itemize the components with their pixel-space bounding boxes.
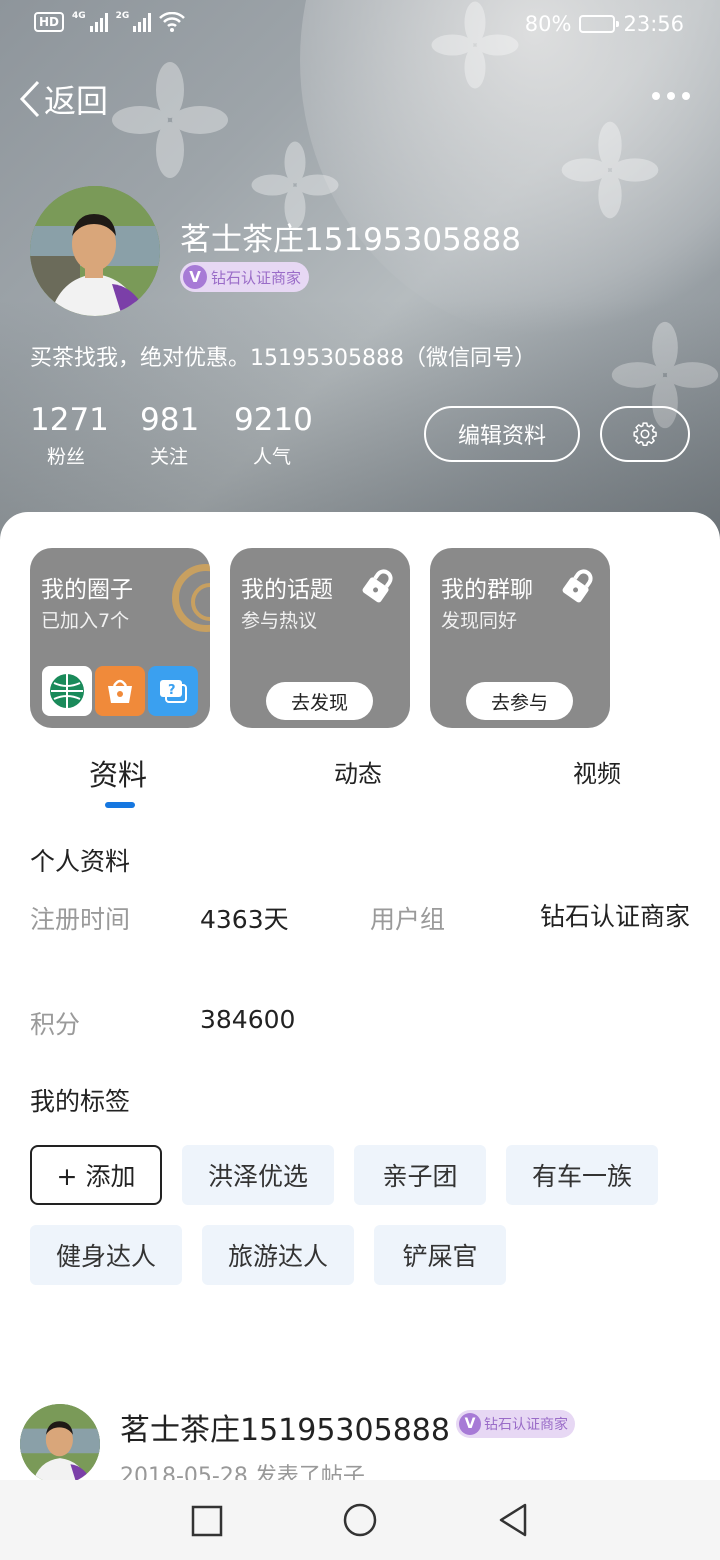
card-subtitle: 发现同好 [441, 610, 518, 632]
tag-chip[interactable]: 亲子团 [354, 1145, 486, 1205]
card-title: 我的群聊 [441, 577, 533, 603]
tab-indicator [105, 802, 135, 808]
basket-icon[interactable] [95, 666, 145, 716]
battery-percent: 80% [524, 12, 572, 36]
avatar[interactable] [30, 186, 160, 316]
back-triangle-icon[interactable] [496, 1500, 530, 1540]
circle-logo-icon[interactable] [42, 666, 92, 716]
circle-decoration [172, 564, 210, 632]
battery-icon [579, 15, 620, 33]
field-value-register-time: 4363天 [200, 905, 289, 934]
card-title: 我的圈子 [41, 577, 133, 603]
card-subtitle: 已加入7个 [41, 610, 130, 632]
card-my-topics[interactable]: 我的话题 参与热议 去发现 [230, 548, 410, 728]
stat-label: 关注 [149, 446, 188, 468]
v-badge-icon: V [459, 1413, 481, 1435]
edit-profile-button[interactable]: 编辑资料 [424, 406, 580, 462]
stat-label: 粉丝 [46, 446, 85, 468]
bio-text: 买茶找我，绝对优惠。15195305888（微信同号） [30, 346, 536, 371]
tag-chip[interactable]: 旅游达人 [202, 1225, 354, 1285]
section-title-my-tags: 我的标签 [30, 1087, 131, 1116]
stat-value: 9210 [234, 402, 313, 438]
question-chat-icon[interactable]: ? [148, 666, 198, 716]
post-author-name[interactable]: 茗士茶庄15195305888 [120, 1405, 450, 1449]
network-type: 2G [115, 11, 130, 21]
tag-chip[interactable]: 有车一族 [506, 1145, 658, 1205]
signal-icon [89, 12, 108, 32]
stat-fans[interactable]: 1271 粉丝 [30, 402, 109, 469]
gear-icon [633, 422, 657, 447]
settings-button[interactable] [600, 406, 690, 462]
network-type: 4G [72, 11, 86, 21]
card-subtitle: 参与热议 [241, 610, 318, 632]
add-tag-button[interactable]: + 添加 [30, 1145, 162, 1205]
hd-indicator: HD [34, 12, 65, 32]
card-my-circles[interactable]: 我的圈子 已加入7个 ? [30, 548, 210, 728]
card-my-groups[interactable]: 我的群聊 发现同好 去参与 [430, 548, 610, 728]
tab-profile[interactable]: 资料 [89, 752, 147, 794]
badge-label: 钻石认证商家 [211, 268, 302, 287]
stat-popularity[interactable]: 9210 人气 [234, 402, 313, 469]
recent-apps-icon[interactable] [190, 1500, 224, 1540]
system-nav-bar [0, 1480, 720, 1560]
tag-chip[interactable]: 铲屎官 [374, 1225, 506, 1285]
lock-icon [562, 569, 593, 603]
home-icon[interactable] [342, 1500, 378, 1540]
svg-text:?: ? [168, 683, 176, 698]
flower-decoration [112, 62, 228, 178]
verified-badge: V 钻石认证商家 [180, 262, 310, 292]
flower-decoration [561, 121, 659, 219]
tab-activity[interactable]: 动态 [334, 754, 382, 789]
tag-chip[interactable]: 健身达人 [30, 1225, 182, 1285]
stat-value: 981 [140, 402, 200, 438]
tag-chip[interactable]: 洪泽优选 [182, 1145, 334, 1205]
wifi-icon [159, 12, 186, 32]
more-dots-icon[interactable] [652, 92, 690, 100]
card-title: 我的话题 [241, 577, 333, 603]
field-label-points: 积分 [30, 1010, 81, 1039]
v-badge-icon: V [183, 265, 207, 289]
verified-badge: V 钻石认证商家 [456, 1410, 575, 1438]
signal-icon [133, 12, 152, 32]
field-label-user-group: 用户组 [370, 905, 446, 934]
discover-button[interactable]: 去发现 [266, 682, 373, 720]
lock-icon [362, 569, 393, 603]
username: 茗士茶庄15195305888 [180, 222, 521, 258]
post-author-avatar[interactable] [20, 1404, 100, 1484]
status-bar: HD 4G 2G 80% 23:56 [0, 0, 720, 52]
section-title-personal-info: 个人资料 [30, 847, 131, 876]
stat-label: 人气 [252, 446, 291, 468]
stat-value: 1271 [30, 402, 109, 438]
clock: 23:56 [623, 12, 684, 36]
join-button[interactable]: 去参与 [466, 682, 573, 720]
back-button[interactable]: 返回 [18, 76, 108, 122]
field-label-register-time: 注册时间 [30, 905, 131, 934]
field-value-user-group: 钻石认证商家 [540, 902, 691, 931]
field-value-points: 384600 [200, 1005, 296, 1034]
back-label: 返回 [44, 82, 109, 120]
stat-following[interactable]: 981 关注 [140, 402, 200, 469]
badge-label: 钻石认证商家 [484, 1417, 568, 1433]
tab-video[interactable]: 视频 [573, 754, 621, 789]
chevron-left-icon [19, 80, 40, 118]
